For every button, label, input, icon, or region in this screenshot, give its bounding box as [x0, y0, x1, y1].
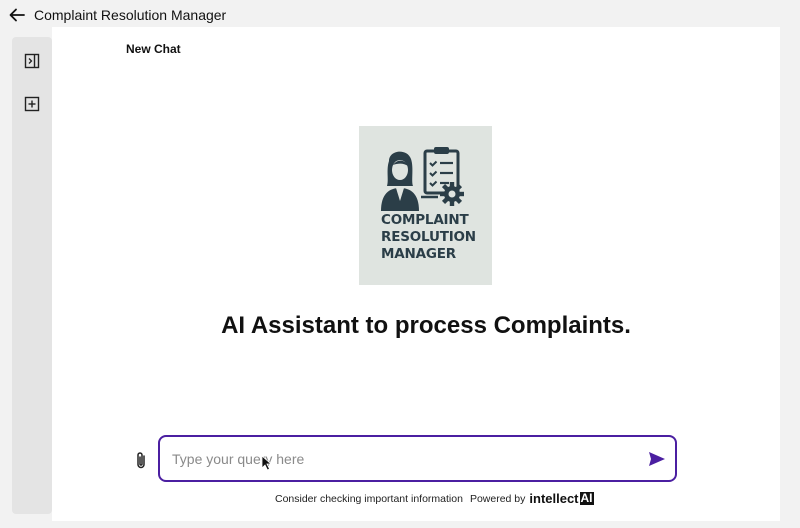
- back-button[interactable]: [7, 5, 27, 25]
- sidebar: [12, 37, 52, 514]
- app-title: Complaint Resolution Manager: [34, 7, 227, 23]
- logo-line: RESOLUTION: [381, 229, 476, 245]
- logo-line: MANAGER: [381, 246, 456, 262]
- logo-wordmark: COMPLAINT RESOLUTION MANAGER: [381, 212, 476, 263]
- footer: Consider checking important information …: [275, 491, 594, 506]
- toggle-sidebar-button[interactable]: [23, 52, 41, 70]
- brand-name: intellect: [529, 491, 579, 506]
- brand-ai-badge: AI: [579, 491, 594, 505]
- attach-button[interactable]: [132, 450, 150, 470]
- app-logo: COMPLAINT RESOLUTION MANAGER: [359, 126, 492, 285]
- new-chat-button[interactable]: [23, 95, 41, 113]
- logo-line: COMPLAINT: [381, 212, 469, 228]
- mouse-cursor-icon: [261, 455, 273, 471]
- arrow-left-icon: [9, 8, 25, 22]
- top-bar: Complaint Resolution Manager: [0, 0, 800, 30]
- window-edge: [780, 27, 800, 521]
- sidebar-toggle-icon: [24, 53, 40, 69]
- disclaimer-text: Consider checking important information: [275, 492, 463, 505]
- chat-title: New Chat: [126, 42, 181, 56]
- chat-panel: New Chat COMPLAINT RESOLUTION MANAGER AI…: [52, 27, 780, 521]
- add-square-icon: [24, 96, 40, 112]
- powered-by-label: Powered by: [469, 492, 526, 505]
- send-icon: [649, 452, 665, 466]
- query-input[interactable]: [172, 437, 632, 480]
- query-input-box: [158, 435, 677, 482]
- paperclip-icon: [137, 451, 145, 468]
- brand-logo: intellect AI: [529, 491, 594, 506]
- send-button[interactable]: [648, 450, 666, 468]
- welcome-headline: AI Assistant to process Complaints.: [221, 312, 631, 339]
